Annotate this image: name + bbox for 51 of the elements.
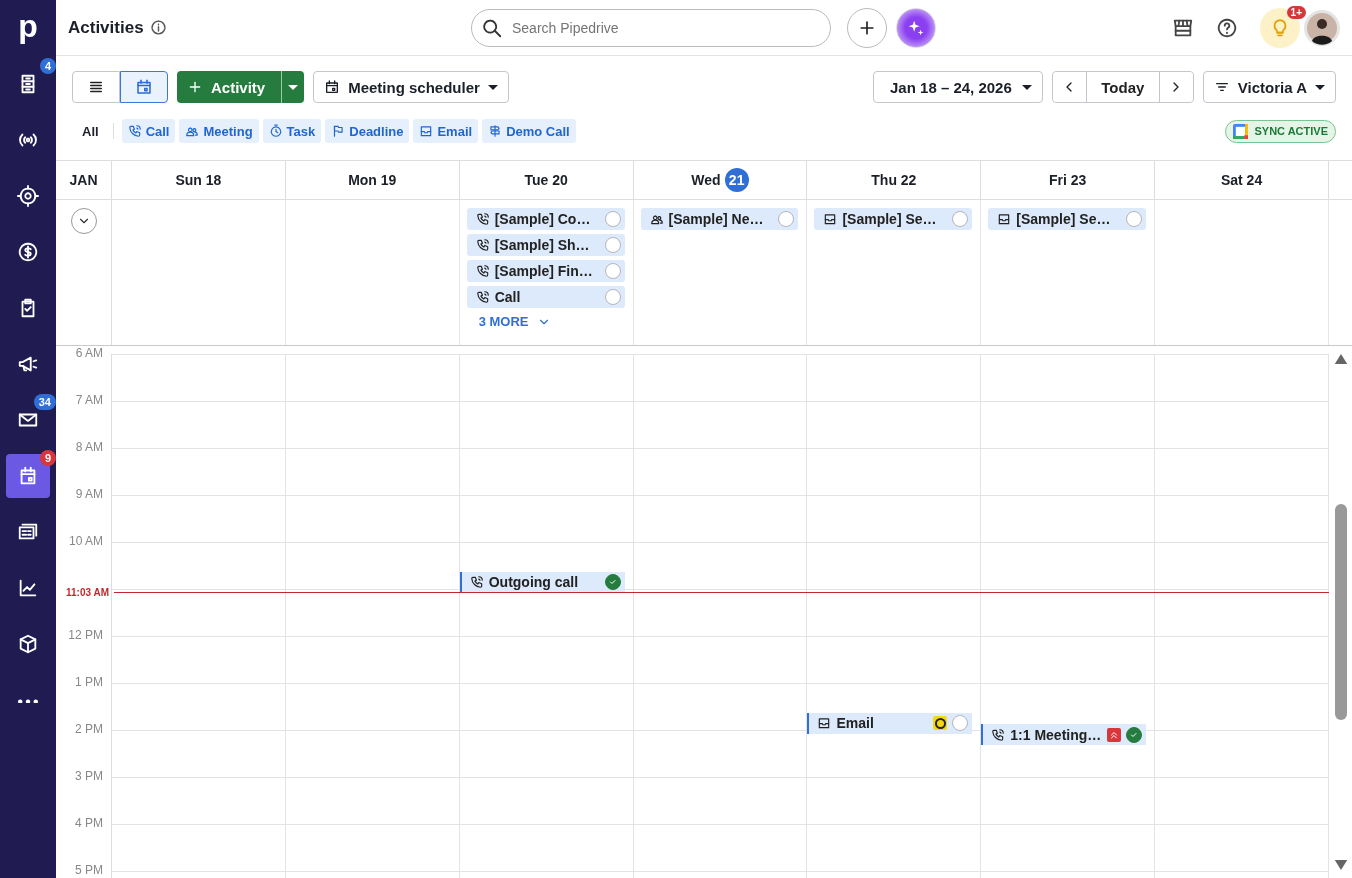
day-header[interactable]: Tue 20 bbox=[524, 172, 568, 188]
hour-label: 1 PM bbox=[75, 675, 103, 689]
day-header[interactable]: Mon 19 bbox=[348, 172, 397, 188]
filter-chip[interactable]: Task bbox=[262, 119, 322, 143]
date-range-button[interactable]: Jan 18 – 24, 2026 bbox=[873, 71, 1043, 103]
user-filter-button[interactable]: Victoria A bbox=[1202, 71, 1336, 103]
logo[interactable]: p bbox=[18, 6, 38, 46]
activity-chip[interactable]: [Sample] Ne… bbox=[640, 208, 799, 230]
filter-chip[interactable]: Deadline bbox=[325, 119, 410, 143]
day-header[interactable]: Wed bbox=[691, 172, 721, 188]
current-time-label: 11:03 AM bbox=[66, 587, 109, 599]
show-more-link[interactable]: 3 MORE bbox=[466, 312, 563, 331]
page-title: Activities bbox=[68, 17, 144, 38]
sync-status-badge: SYNC ACTIVE bbox=[1225, 119, 1336, 143]
day-header[interactable]: Sun 18 bbox=[175, 172, 222, 188]
hour-label: 6 AM bbox=[75, 346, 103, 360]
today-button[interactable]: Today bbox=[1085, 72, 1160, 102]
filter-chip[interactable]: Email bbox=[413, 119, 479, 143]
hour-label: 5 PM bbox=[75, 863, 103, 877]
count-badge: 4 bbox=[39, 58, 56, 74]
event-block[interactable]: Outgoing call bbox=[459, 571, 625, 593]
activity-chip[interactable]: [Sample] Sh… bbox=[466, 234, 625, 256]
filter-chip[interactable]: Meeting bbox=[179, 119, 259, 143]
hour-label: 10 AM bbox=[68, 534, 103, 548]
hour-label: 7 AM bbox=[75, 393, 103, 407]
hour-label: 4 PM bbox=[75, 816, 103, 830]
hour-label: 12 PM bbox=[68, 628, 103, 642]
event-block[interactable]: 1:1 Meeting… bbox=[981, 724, 1147, 746]
activity-chip[interactable]: Call bbox=[466, 286, 625, 308]
meeting-scheduler-button[interactable]: Meeting scheduler bbox=[313, 71, 509, 103]
filter-chip[interactable]: Demo Call bbox=[482, 119, 576, 143]
hour-label: 2 PM bbox=[75, 722, 103, 736]
add-activity-button[interactable]: Activity bbox=[177, 71, 282, 103]
hour-label: 3 PM bbox=[75, 769, 103, 783]
search-field[interactable]: Search Pipedrive bbox=[471, 8, 831, 47]
filter-chip[interactable]: Call bbox=[121, 119, 176, 143]
event-block[interactable]: Email bbox=[807, 712, 973, 734]
activity-chip[interactable]: [Sample] Se… bbox=[988, 208, 1147, 230]
day-header[interactable]: Thu 22 bbox=[871, 172, 917, 188]
filter-all[interactable]: All bbox=[72, 119, 109, 143]
today-date: 21 bbox=[724, 168, 749, 192]
activity-chip[interactable]: [Sample] Se… bbox=[814, 208, 973, 230]
month-label: JAN bbox=[56, 161, 112, 199]
activity-chip[interactable]: [Sample] Co… bbox=[466, 208, 625, 230]
activity-chip[interactable]: [Sample] Fin… bbox=[466, 260, 625, 282]
day-header[interactable]: Sat 24 bbox=[1220, 172, 1263, 188]
count-badge: 1+ bbox=[1286, 5, 1306, 19]
hour-label: 9 AM bbox=[75, 487, 103, 501]
day-header[interactable]: Fri 23 bbox=[1049, 172, 1087, 188]
count-badge: 34 bbox=[33, 394, 56, 410]
hour-label: 8 AM bbox=[75, 440, 103, 454]
